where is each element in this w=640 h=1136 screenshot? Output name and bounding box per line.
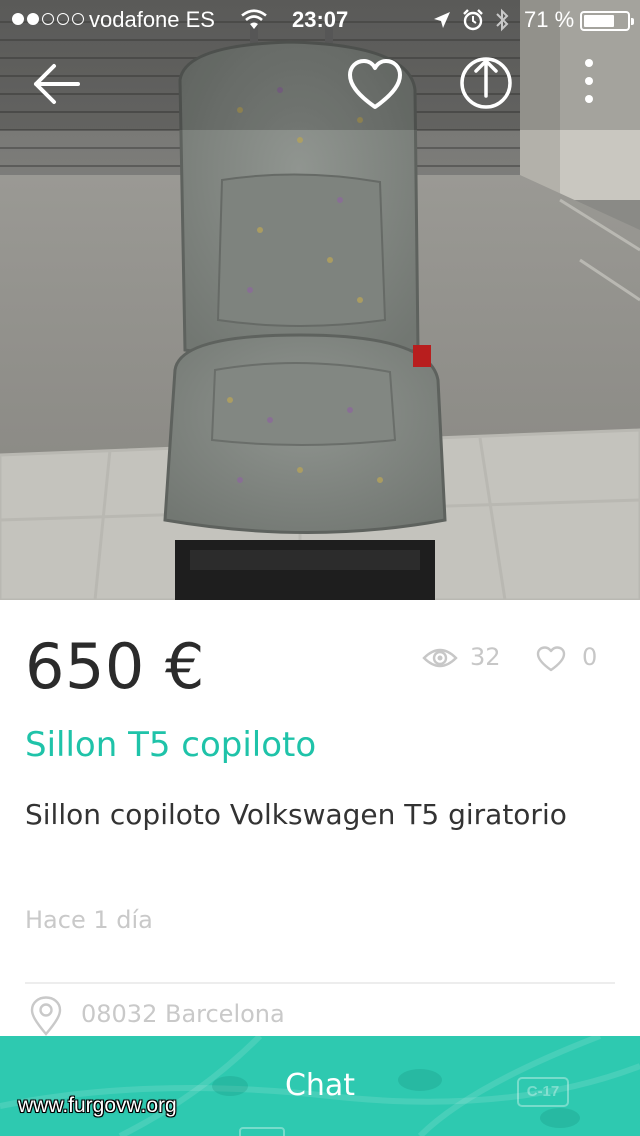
- back-arrow-icon: [34, 64, 80, 104]
- eye-icon: [422, 648, 458, 668]
- status-bar: vodafone ES 23:07 71 %: [0, 0, 640, 40]
- clock: 23:07: [292, 7, 349, 32]
- location-pin-icon: [30, 996, 62, 1036]
- listing-title: Sillon T5 copiloto: [25, 725, 317, 765]
- favorite-button[interactable]: [345, 57, 405, 113]
- posted-time: Hace 1 día: [25, 906, 153, 934]
- watermark: www.furgovw.org: [18, 1094, 177, 1117]
- alarm-icon: [463, 9, 483, 31]
- back-button[interactable]: [30, 58, 86, 110]
- car-seat-photo: [0, 0, 640, 600]
- location-arrow-icon: [434, 12, 450, 28]
- heart-outline-icon: [536, 646, 566, 672]
- share-button[interactable]: [457, 52, 515, 112]
- listing-screen: vodafone ES 23:07 71 % 650 € 32 0 Sillon…: [0, 0, 640, 1136]
- chat-button[interactable]: C-17 Chat: [0, 1036, 640, 1136]
- more-vertical-icon: [585, 59, 593, 103]
- location-text: 08032 Barcelona: [81, 1000, 285, 1028]
- listing-location[interactable]: 08032 Barcelona: [25, 996, 625, 1036]
- listing-stats: 32 0: [420, 642, 620, 676]
- carrier-name: vodafone ES: [89, 7, 215, 32]
- bluetooth-icon: [496, 8, 509, 32]
- share-icon: [460, 57, 512, 109]
- listing-photo[interactable]: [0, 0, 640, 600]
- battery-icon: [580, 11, 634, 31]
- views-count: 32: [470, 643, 501, 671]
- more-options-button[interactable]: [576, 56, 602, 106]
- wifi-icon: [241, 9, 267, 29]
- listing-description: Sillon copiloto Volkswagen T5 giratorio: [25, 798, 567, 831]
- cellular-signal-icon: [12, 13, 84, 25]
- battery-percentage: 71 %: [524, 7, 575, 32]
- listing-price: 650 €: [25, 630, 205, 703]
- divider: [25, 982, 615, 984]
- heart-icon: [348, 59, 402, 109]
- likes-count: 0: [582, 643, 598, 671]
